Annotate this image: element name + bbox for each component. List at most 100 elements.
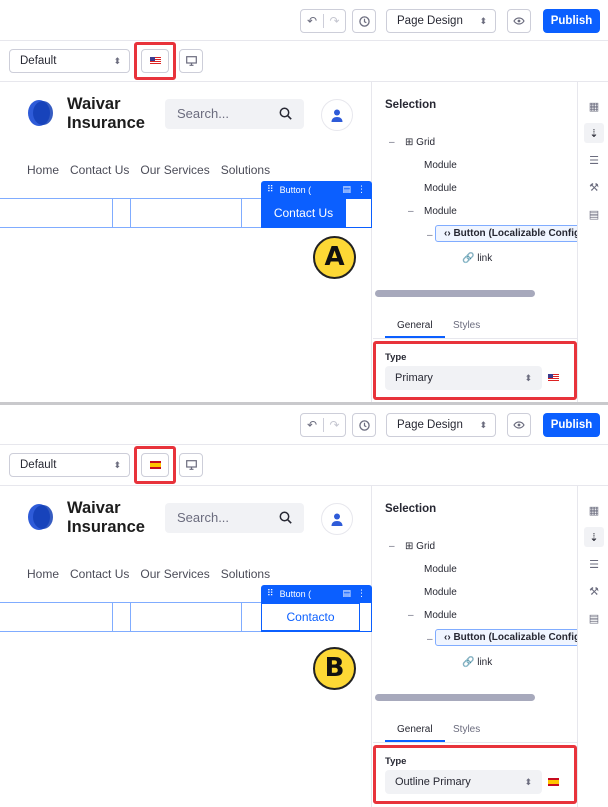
- paint-icon[interactable]: ⚒: [584, 177, 604, 197]
- tree-collapse-icon[interactable]: –: [408, 206, 414, 217]
- topper-title: Button (: [279, 184, 312, 195]
- logo-icon: [28, 100, 53, 126]
- preview-button[interactable]: [507, 413, 531, 437]
- magnifier-icon[interactable]: [279, 503, 292, 533]
- tree-item-module[interactable]: Module: [424, 206, 457, 217]
- publish-button[interactable]: Publish: [543, 413, 600, 437]
- user-icon: [331, 109, 343, 122]
- experience-select[interactable]: Default ⬍: [9, 49, 130, 73]
- nav-link[interactable]: Contact Us: [70, 567, 129, 581]
- grid-column[interactable]: [130, 199, 131, 227]
- undo-icon[interactable]: ↶: [301, 14, 323, 28]
- user-avatar[interactable]: [321, 99, 353, 131]
- site-search-input[interactable]: Search...: [165, 503, 304, 533]
- tree-item-link[interactable]: 🔗 link: [462, 657, 492, 668]
- redo-icon[interactable]: ↷: [322, 418, 345, 432]
- nav-link[interactable]: Our Services: [140, 567, 209, 581]
- tab-general[interactable]: General: [385, 724, 445, 742]
- tree-collapse-icon[interactable]: –: [389, 541, 395, 552]
- comment-icon[interactable]: ▤: [342, 588, 351, 599]
- comments-icon[interactable]: ▤: [584, 608, 604, 628]
- tab-styles[interactable]: Styles: [453, 724, 480, 735]
- tree-item-grid[interactable]: ⊞ Grid: [405, 541, 435, 552]
- desktop-icon: [185, 460, 197, 470]
- panel-badge: A: [313, 236, 356, 279]
- tree-item-grid[interactable]: ⊞ Grid: [405, 137, 435, 148]
- site-nav: Home Contact Us Our Services Solutions: [27, 567, 270, 581]
- kebab-icon[interactable]: ⋮: [357, 184, 372, 195]
- link-icon: 🔗: [462, 253, 475, 264]
- fragment-topper[interactable]: ⠿ Button ( ▤ ⋮: [261, 181, 372, 198]
- grid-column[interactable]: [112, 199, 113, 227]
- sidebar-heading: Selection: [385, 99, 437, 111]
- tree-item-module[interactable]: Module: [424, 610, 457, 621]
- drag-handle-icon[interactable]: ⠿: [267, 588, 274, 599]
- history-button[interactable]: [352, 9, 376, 33]
- config-tabs: General Styles: [373, 719, 577, 743]
- kebab-icon[interactable]: ⋮: [357, 588, 372, 599]
- tree-item-link[interactable]: 🔗 link: [462, 253, 492, 264]
- horizontal-scrollbar[interactable]: [375, 290, 535, 297]
- horizontal-scrollbar[interactable]: [375, 694, 535, 701]
- comment-icon[interactable]: ▤: [342, 184, 351, 195]
- nav-link[interactable]: Solutions: [221, 567, 270, 581]
- grid-column[interactable]: [112, 603, 113, 631]
- magnifier-icon[interactable]: [279, 99, 292, 129]
- contact-button[interactable]: Contact Us: [261, 199, 346, 227]
- nav-link[interactable]: Home: [27, 163, 59, 177]
- comments-icon[interactable]: ▤: [584, 204, 604, 224]
- undo-icon[interactable]: ↶: [301, 418, 323, 432]
- nav-link[interactable]: Our Services: [140, 163, 209, 177]
- user-icon: [331, 513, 343, 526]
- contact-button[interactable]: Contacto: [261, 603, 360, 631]
- tree-item-module[interactable]: Module: [424, 160, 457, 171]
- top-toolbar: ↶ ↷ Page Design ⬍ Publish: [0, 404, 608, 445]
- link-icon: 🔗: [462, 657, 475, 668]
- browser-icon[interactable]: ⇣: [584, 123, 604, 143]
- experience-select[interactable]: Default ⬍: [9, 453, 130, 477]
- device-button[interactable]: [179, 49, 203, 73]
- page-design-label: Page Design: [397, 419, 463, 431]
- nav-link[interactable]: Home: [27, 567, 59, 581]
- nav-link[interactable]: Solutions: [221, 163, 270, 177]
- tree-item-button[interactable]: ‹› Button (Localizable Configu: [435, 629, 596, 646]
- experience-toolbar: Default ⬍: [0, 41, 608, 82]
- user-avatar[interactable]: [321, 503, 353, 535]
- tree-item-label: Grid: [416, 541, 436, 552]
- tree-item-module[interactable]: Module: [424, 564, 457, 575]
- page-design-select[interactable]: Page Design ⬍: [386, 413, 496, 437]
- search-placeholder: Search...: [177, 510, 230, 525]
- redo-icon[interactable]: ↷: [322, 14, 345, 28]
- tree-item-module[interactable]: Module: [424, 587, 457, 598]
- page-structure-icon[interactable]: ☰: [584, 554, 604, 574]
- page-design-select[interactable]: Page Design ⬍: [386, 9, 496, 33]
- preview-button[interactable]: [507, 9, 531, 33]
- tree-item-label: Button (Localizable Configu: [453, 228, 587, 239]
- grid-column[interactable]: [241, 199, 242, 227]
- fragment-topper[interactable]: ⠿ Button ( ▤ ⋮: [261, 585, 372, 602]
- grid-column[interactable]: [241, 603, 242, 631]
- tree-collapse-icon[interactable]: –: [408, 610, 414, 621]
- device-button[interactable]: [179, 453, 203, 477]
- tab-styles[interactable]: Styles: [453, 320, 480, 331]
- history-button[interactable]: [352, 413, 376, 437]
- grid-icon: ⊞: [405, 137, 414, 148]
- browser-icon[interactable]: ⇣: [584, 527, 604, 547]
- paint-icon[interactable]: ⚒: [584, 581, 604, 601]
- tree-item-button[interactable]: ‹› Button (Localizable Configu: [435, 225, 596, 242]
- site-search-input[interactable]: Search...: [165, 99, 304, 129]
- eye-icon: [513, 17, 525, 25]
- tab-general[interactable]: General: [385, 320, 445, 338]
- tree-item-module[interactable]: Module: [424, 183, 457, 194]
- tree-item-label: Grid: [416, 137, 436, 148]
- tree-collapse-icon[interactable]: –: [427, 634, 433, 645]
- grid-column[interactable]: [130, 603, 131, 631]
- widgets-icon[interactable]: ▦: [584, 96, 604, 116]
- widgets-icon[interactable]: ▦: [584, 500, 604, 520]
- tree-collapse-icon[interactable]: –: [389, 137, 395, 148]
- drag-handle-icon[interactable]: ⠿: [267, 184, 274, 195]
- publish-button[interactable]: Publish: [543, 9, 600, 33]
- page-structure-icon[interactable]: ☰: [584, 150, 604, 170]
- nav-link[interactable]: Contact Us: [70, 163, 129, 177]
- tree-collapse-icon[interactable]: –: [427, 230, 433, 241]
